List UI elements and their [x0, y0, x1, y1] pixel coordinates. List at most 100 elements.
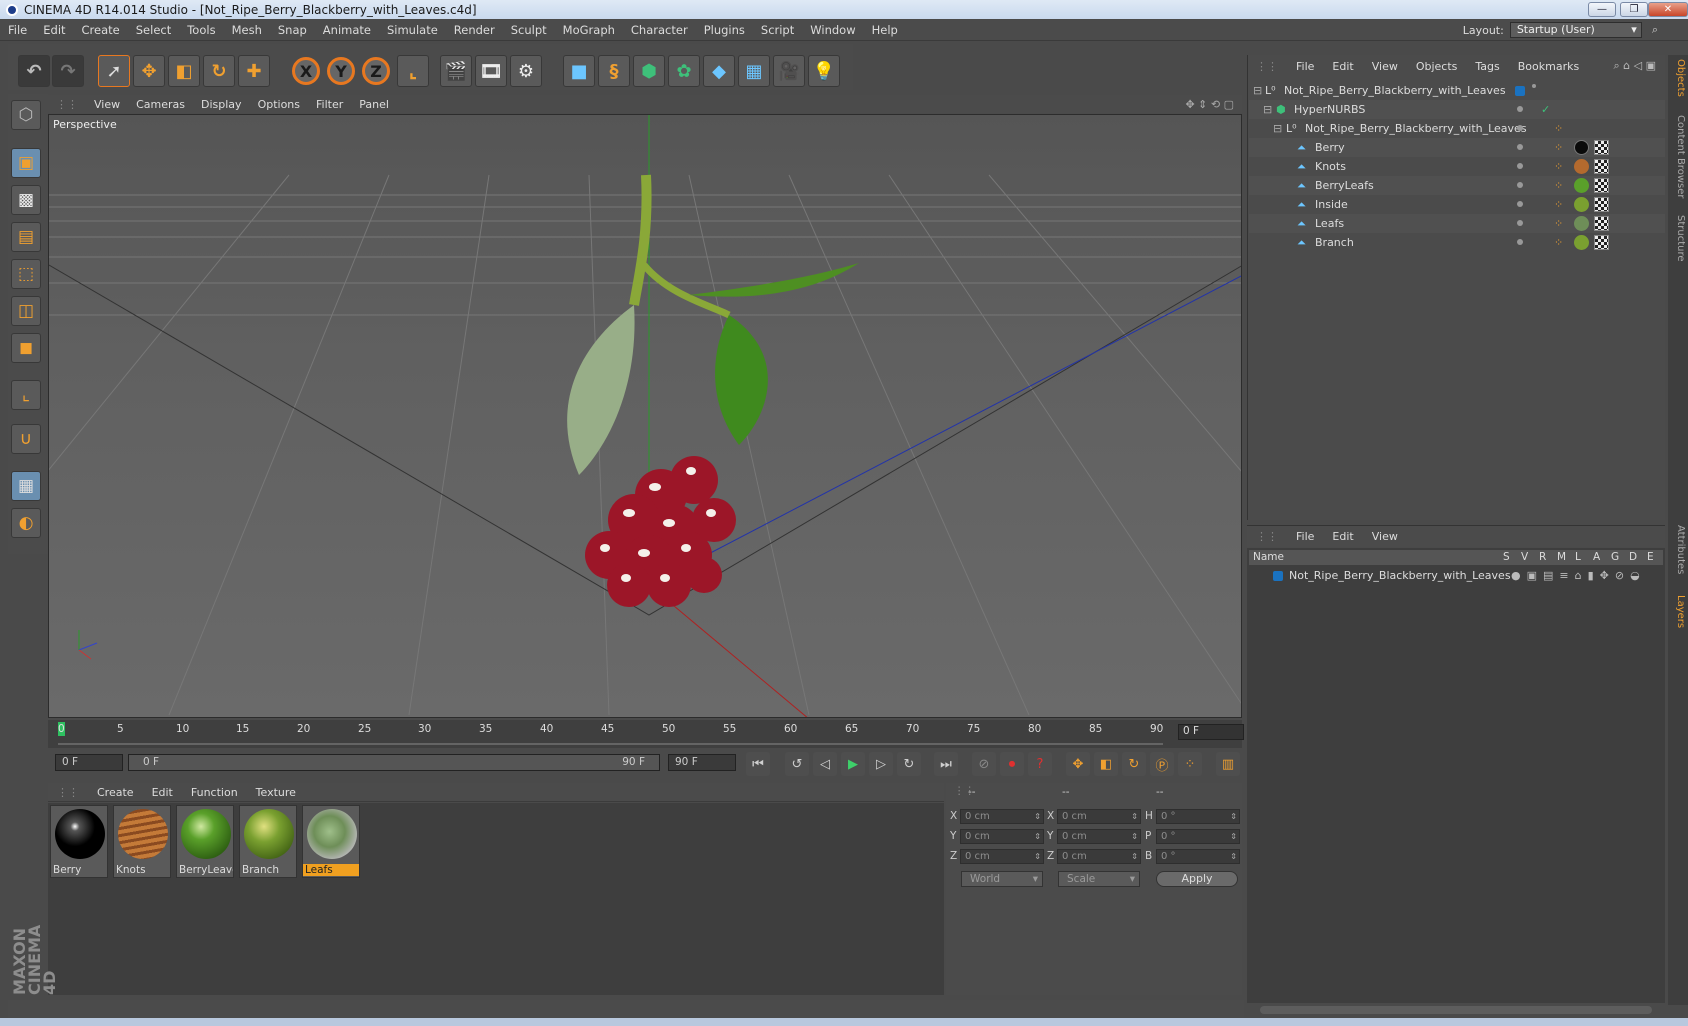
light-icon[interactable]: 💡: [808, 55, 840, 87]
menu-script[interactable]: Script: [753, 23, 802, 37]
tab-content-browser[interactable]: Content Browser: [1670, 115, 1686, 198]
make-editable-icon[interactable]: ⬡: [11, 100, 41, 130]
layer-col-d[interactable]: D: [1629, 551, 1637, 563]
camera-icon[interactable]: 🎥: [773, 55, 805, 87]
move-tool-icon[interactable]: ✥: [133, 55, 165, 87]
search-icon[interactable]: ⌕: [1652, 23, 1658, 37]
layer-col-m[interactable]: M: [1557, 551, 1566, 563]
menu-animate[interactable]: Animate: [315, 23, 379, 37]
rotate-tool-icon[interactable]: ↻: [203, 55, 235, 87]
menu-plugins[interactable]: Plugins: [696, 23, 753, 37]
previous-key-icon[interactable]: ↺: [785, 752, 809, 776]
horizontal-scrollbar[interactable]: [1260, 1006, 1652, 1014]
material-menu-create[interactable]: Create: [88, 786, 143, 799]
rotation-h-field[interactable]: 0 °: [1156, 809, 1240, 824]
object-row[interactable]: ⏶ Berry ⁘: [1249, 138, 1665, 157]
spline-icon[interactable]: §: [598, 55, 630, 87]
transform-mode-dropdown[interactable]: Scale: [1058, 871, 1140, 887]
viewport-menu-options[interactable]: Options: [250, 98, 308, 111]
layer-flag-icons[interactable]: ●▣▤≡⌂▮✥⊘◒: [1511, 569, 1646, 582]
uvw-tag-icon[interactable]: [1594, 140, 1609, 155]
render-settings-icon[interactable]: ⚙: [510, 55, 542, 87]
record-keys-icon[interactable]: ⊘: [972, 752, 996, 776]
collapse-icon[interactable]: ⊟: [1253, 84, 1262, 97]
size-x-field[interactable]: 0 cm: [1057, 809, 1141, 824]
viewport-menu-view[interactable]: View: [86, 98, 128, 111]
visibility-dot[interactable]: [1517, 182, 1523, 188]
material-swatch[interactable]: Branch: [239, 805, 297, 878]
workplane-mode-icon[interactable]: ▤: [11, 222, 41, 252]
visibility-dot[interactable]: [1517, 163, 1523, 169]
phong-tag-icon[interactable]: ⁘: [1554, 236, 1563, 249]
material-tag-icon[interactable]: [1574, 159, 1589, 174]
viewport-nav-icons[interactable]: ✥ ⇕ ⟲ ▢: [1177, 98, 1242, 111]
workplane-lock-icon[interactable]: ▦: [11, 471, 41, 501]
x-axis-lock-icon[interactable]: X: [292, 57, 320, 85]
coordinate-system-icon[interactable]: ⌞: [397, 55, 429, 87]
frame-range-slider[interactable]: 0 F 90 F: [128, 754, 660, 771]
scale-tool-icon[interactable]: ◧: [168, 55, 200, 87]
layer-color-icon[interactable]: [1515, 86, 1525, 96]
object-row[interactable]: ⊟ ⬢ HyperNURBS ✓: [1249, 100, 1665, 119]
position-y-field[interactable]: 0 cm: [960, 829, 1044, 844]
visibility-dot[interactable]: [1517, 201, 1523, 207]
go-to-end-icon[interactable]: ⏭: [934, 752, 958, 776]
apply-button[interactable]: Apply: [1156, 871, 1238, 887]
tab-objects[interactable]: Objects: [1670, 59, 1686, 97]
menu-select[interactable]: Select: [128, 23, 179, 37]
viewport-menu-display[interactable]: Display: [193, 98, 250, 111]
polygons-mode-icon[interactable]: ◼: [11, 333, 41, 363]
layer-row[interactable]: Not_Ripe_Berry_Blackberry_with_Leaves ●▣…: [1249, 566, 1665, 585]
y-axis-lock-icon[interactable]: Y: [327, 57, 355, 85]
uvw-tag-icon[interactable]: [1594, 235, 1609, 250]
tag-icon[interactable]: ⁘: [1554, 122, 1563, 135]
play-icon[interactable]: ▶: [841, 752, 865, 776]
viewport-menu-filter[interactable]: Filter: [308, 98, 351, 111]
key-pla-icon[interactable]: ⁘: [1178, 752, 1202, 776]
sculpt-brush-icon[interactable]: ◐: [11, 508, 41, 538]
object-row[interactable]: ⏶ Leafs ⁘: [1249, 214, 1665, 233]
material-menu-texture[interactable]: Texture: [247, 786, 305, 799]
coordinate-mode-dropdown[interactable]: World: [961, 871, 1043, 887]
material-tag-icon[interactable]: [1574, 235, 1589, 250]
layer-col-v[interactable]: V: [1521, 551, 1528, 563]
minimize-button[interactable]: —: [1588, 2, 1616, 17]
timeline-ruler[interactable]: 0 5 10 15 20 25 30 35 40 45 50 55 60 65 …: [48, 720, 1242, 748]
undo-icon[interactable]: ↶: [18, 55, 50, 87]
viewport-menu-panel[interactable]: Panel: [351, 98, 397, 111]
render-view-icon[interactable]: 🎬: [440, 55, 472, 87]
timeline-window-icon[interactable]: ▥: [1216, 752, 1240, 776]
go-to-start-icon[interactable]: ⏮: [746, 752, 770, 776]
menu-mesh[interactable]: Mesh: [224, 23, 270, 37]
object-menu-edit[interactable]: Edit: [1323, 60, 1362, 73]
autokey-icon[interactable]: ⏺: [1000, 752, 1024, 776]
material-tag-icon[interactable]: [1574, 140, 1589, 155]
object-row[interactable]: ⏶ BerryLeafs ⁘: [1249, 176, 1665, 195]
uvw-tag-icon[interactable]: [1594, 216, 1609, 231]
material-menu-function[interactable]: Function: [182, 786, 247, 799]
uvw-tag-icon[interactable]: [1594, 178, 1609, 193]
texture-mode-icon[interactable]: ▩: [11, 185, 41, 215]
keyframe-selection-icon[interactable]: ?: [1028, 752, 1052, 776]
layer-col-g[interactable]: G: [1611, 551, 1619, 563]
key-rotation-icon[interactable]: ↻: [1122, 752, 1146, 776]
key-scale-icon[interactable]: ◧: [1094, 752, 1118, 776]
previous-frame-icon[interactable]: ◁: [813, 752, 837, 776]
z-axis-lock-icon[interactable]: Z: [362, 57, 390, 85]
object-menu-tags[interactable]: Tags: [1466, 60, 1508, 73]
object-menu-bookmarks[interactable]: Bookmarks: [1509, 60, 1588, 73]
collapse-icon[interactable]: ⊟: [1273, 122, 1282, 135]
object-row[interactable]: ⏶ Branch ⁘: [1249, 233, 1665, 252]
nurbs-icon[interactable]: ⬢: [633, 55, 665, 87]
phong-tag-icon[interactable]: ⁘: [1554, 217, 1563, 230]
visibility-dot[interactable]: [1532, 84, 1536, 88]
menu-character[interactable]: Character: [623, 23, 696, 37]
object-menu-file[interactable]: File: [1287, 60, 1323, 73]
layer-col-r[interactable]: R: [1539, 551, 1546, 563]
object-row[interactable]: ⏶ Knots ⁘: [1249, 157, 1665, 176]
phong-tag-icon[interactable]: ⁘: [1554, 160, 1563, 173]
visibility-dot[interactable]: [1517, 106, 1523, 112]
redo-icon[interactable]: ↷: [52, 55, 84, 87]
phong-tag-icon[interactable]: ⁘: [1554, 141, 1563, 154]
layer-col-a[interactable]: A: [1593, 551, 1600, 563]
